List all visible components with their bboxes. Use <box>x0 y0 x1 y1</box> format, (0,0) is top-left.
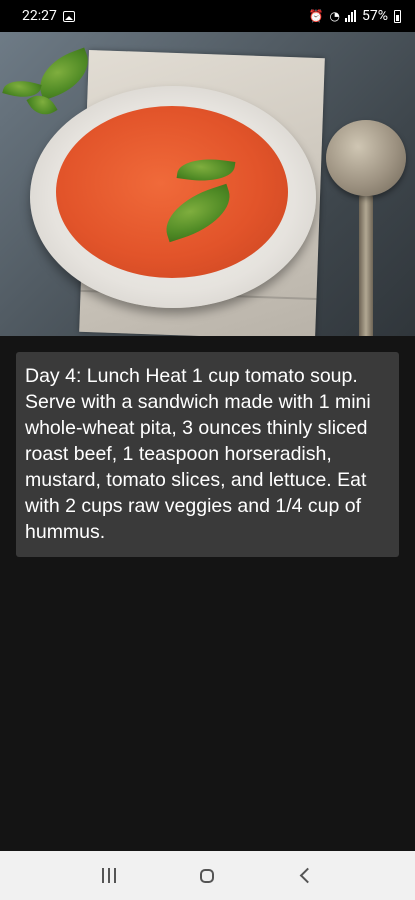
battery-icon <box>394 9 401 23</box>
tomato-soup-photo <box>0 32 415 336</box>
wifi-icon: ◔ <box>329 9 341 23</box>
alarm-icon: ⏰ <box>308 9 324 23</box>
spoon-handle <box>359 192 373 336</box>
navigation-bar <box>0 851 415 900</box>
back-icon <box>300 867 316 884</box>
home-button[interactable] <box>187 856 227 896</box>
status-right: ⏰ ◔ 57% <box>309 8 401 24</box>
home-icon <box>200 868 215 883</box>
image-icon <box>62 10 75 22</box>
meal-description: Day 4: Lunch Heat 1 cup tomato soup. Ser… <box>25 365 371 543</box>
recents-button[interactable] <box>89 856 129 896</box>
status-left: 22:27 <box>22 8 75 24</box>
tomato-soup <box>56 106 288 278</box>
spoon <box>326 120 406 196</box>
back-button[interactable] <box>286 856 326 896</box>
status-time: 22:27 <box>22 8 57 24</box>
meal-description-card: Day 4: Lunch Heat 1 cup tomato soup. Ser… <box>16 352 399 557</box>
recents-icon <box>102 868 117 883</box>
signal-icon <box>345 10 356 22</box>
status-bar: 22:27 ⏰ ◔ 57% <box>0 0 415 32</box>
app-screen: 22:27 ⏰ ◔ 57% Day 4: Lunch Heat 1 cup to… <box>0 0 415 900</box>
battery-percent: 57% <box>362 8 388 24</box>
